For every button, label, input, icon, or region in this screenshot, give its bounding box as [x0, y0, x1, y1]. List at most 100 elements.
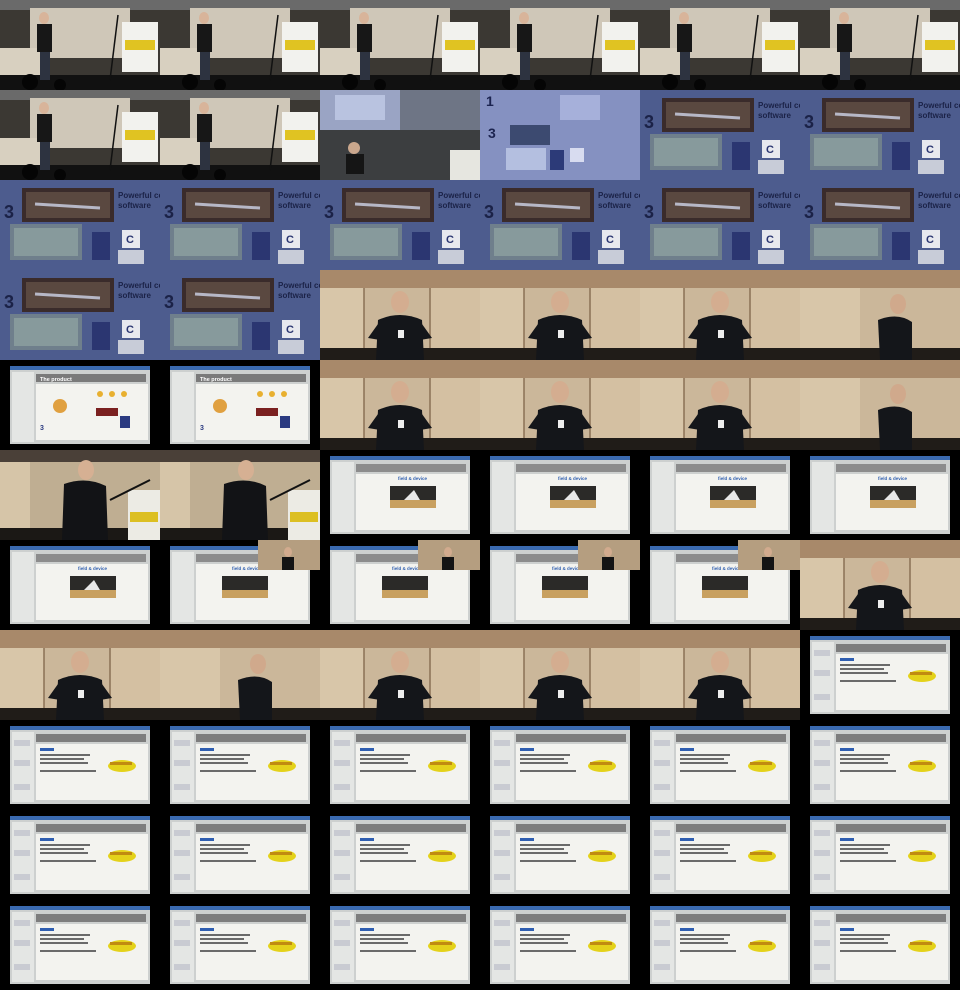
video-frame-thumbnail [480, 810, 640, 900]
video-frame-thumbnail [480, 360, 640, 450]
video-frame-thumbnail [160, 630, 320, 720]
video-frame-thumbnail [0, 0, 160, 90]
video-frame-thumbnail [640, 810, 800, 900]
slide-text: field & device [78, 566, 108, 571]
slide-text: C [126, 324, 134, 336]
slide-text: Powerful central [918, 101, 960, 110]
video-frame-thumbnail [480, 630, 640, 720]
slide-text: 3 [804, 202, 814, 222]
slide-text: field & device [552, 566, 582, 571]
video-frame-thumbnail [480, 270, 640, 360]
slide-text: Powerful central [598, 191, 640, 200]
video-frame-thumbnail: 3 Powerful central software C [800, 90, 960, 180]
video-frame-thumbnail [480, 0, 640, 90]
video-frame-thumbnail: 3 Powerful central software C [480, 180, 640, 270]
video-frame-thumbnail [800, 270, 960, 360]
video-frame-thumbnail [800, 360, 960, 450]
slide-text: field & device [232, 566, 262, 571]
slide-text: field & device [718, 476, 748, 481]
video-frame-thumbnail [0, 90, 160, 180]
slide-text: field & device [558, 476, 588, 481]
slide-text: Powerful central [278, 191, 320, 200]
slide-text: C [766, 234, 774, 246]
video-frame-thumbnail [160, 810, 320, 900]
slide-text: 3 [804, 112, 814, 132]
video-frame-thumbnail [0, 810, 160, 900]
video-frame-thumbnail [160, 900, 320, 990]
slide-text: field & device [392, 566, 422, 571]
video-frame-thumbnail: 3 Powerful central software C [800, 180, 960, 270]
slide-text: 3 [644, 112, 654, 132]
slide-text: software [118, 201, 151, 210]
slide-text: The product [200, 377, 232, 383]
video-frame-thumbnail [640, 720, 800, 810]
video-frame-thumbnail [640, 630, 800, 720]
video-frame-thumbnail [0, 720, 160, 810]
video-frame-thumbnail [320, 900, 480, 990]
video-frame-thumbnail: 3 Powerful central software C [0, 270, 160, 360]
slide-text: 3 [488, 125, 496, 141]
video-frame-thumbnail [480, 720, 640, 810]
video-frame-thumbnail [640, 270, 800, 360]
video-frame-thumbnail [800, 630, 960, 720]
slide-text: software [598, 201, 631, 210]
slide-text: software [118, 291, 151, 300]
video-frame-thumbnail [320, 90, 480, 180]
slide-text: C [286, 324, 294, 336]
slide-text: Powerful central [758, 101, 800, 110]
video-frame-thumbnail: 3 Powerful central software C [640, 180, 800, 270]
slide-text: 3 [200, 425, 204, 432]
slide-text: software [278, 201, 311, 210]
slide-text: Powerful central [278, 281, 320, 290]
video-frame-thumbnail: 3 Powerful central software C [320, 180, 480, 270]
video-frame-thumbnail [320, 0, 480, 90]
video-frame-thumbnail [320, 630, 480, 720]
video-frame-thumbnail [320, 810, 480, 900]
slide-text: C [926, 144, 934, 156]
thumbnail-grid: 1 3 3 Powerful central software C 3 Powe… [0, 0, 960, 990]
video-frame-thumbnail [0, 630, 160, 720]
video-frame-thumbnail: field & device [640, 450, 800, 540]
video-frame-thumbnail: field & device [800, 450, 960, 540]
video-frame-thumbnail [0, 900, 160, 990]
slide-text: field & device [398, 476, 428, 481]
slide-text: software [438, 201, 471, 210]
slide-text: 3 [164, 292, 174, 312]
slide-text: field & device [712, 566, 742, 571]
video-frame-thumbnail: The product 3 [0, 360, 160, 450]
slide-text: C [286, 234, 294, 246]
video-frame-thumbnail: field & device [320, 450, 480, 540]
video-frame-thumbnail [320, 360, 480, 450]
video-frame-thumbnail [160, 90, 320, 180]
video-frame-thumbnail [800, 720, 960, 810]
video-frame-thumbnail [640, 900, 800, 990]
slide-text: 3 [4, 202, 14, 222]
video-frame-thumbnail: field & device [480, 450, 640, 540]
video-frame-thumbnail [160, 0, 320, 90]
video-frame-thumbnail [640, 360, 800, 450]
slide-text: 1 [486, 93, 494, 109]
video-frame-thumbnail [160, 720, 320, 810]
slide-text: software [758, 111, 791, 120]
video-frame-thumbnail [320, 270, 480, 360]
slide-text: 3 [484, 202, 494, 222]
video-frame-thumbnail [800, 900, 960, 990]
slide-text: Powerful central [758, 191, 800, 200]
slide-text: C [126, 234, 134, 246]
slide-text: C [926, 234, 934, 246]
slide-text: software [918, 111, 951, 120]
video-frame-thumbnail [640, 0, 800, 90]
video-frame-thumbnail: 3 Powerful central software C [0, 180, 160, 270]
slide-text: software [278, 291, 311, 300]
slide-text: 3 [644, 202, 654, 222]
video-frame-thumbnail [800, 540, 960, 630]
slide-text: Powerful central [118, 281, 160, 290]
video-frame-thumbnail: 3 Powerful central software C [160, 180, 320, 270]
slide-text: software [918, 201, 951, 210]
slide-text: C [766, 144, 774, 156]
video-frame-thumbnail [0, 450, 160, 540]
video-frame-thumbnail [800, 810, 960, 900]
slide-text: Powerful central [438, 191, 480, 200]
video-frame-thumbnail: 3 Powerful central software C [160, 270, 320, 360]
video-frame-thumbnail: 1 3 [480, 90, 640, 180]
